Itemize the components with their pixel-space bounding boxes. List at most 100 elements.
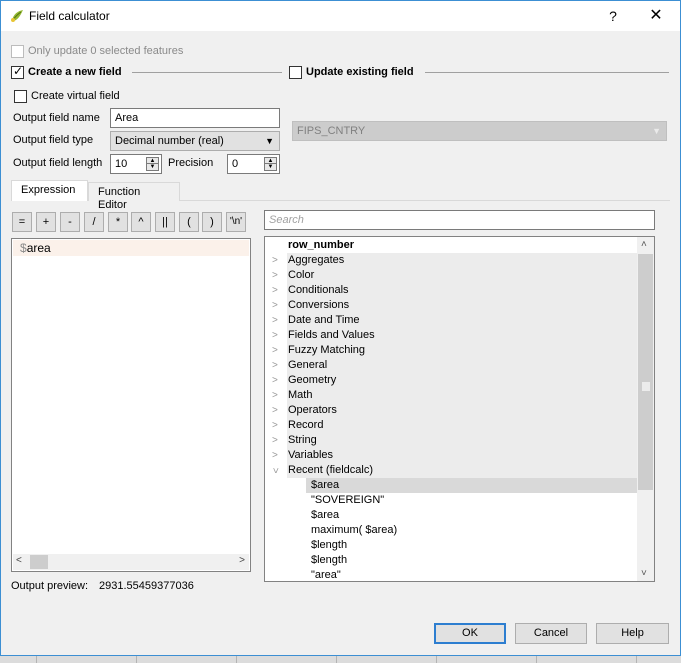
recent-item[interactable]: $length — [265, 538, 637, 553]
function-tree[interactable]: row_number > Aggregates > Color > Condition… — [264, 236, 655, 582]
chevron-right-icon[interactable]: > — [272, 433, 278, 448]
tree-group-record[interactable]: > Record — [265, 418, 637, 433]
qgis-app-icon — [11, 10, 23, 22]
tab-expression[interactable]: Expression — [11, 180, 88, 201]
column-separator — [36, 656, 37, 663]
tree-header-row[interactable]: row_number — [265, 238, 637, 253]
tree-group-fields-and-values[interactable]: > Fields and Values — [265, 328, 637, 343]
chevron-right-icon[interactable]: > — [272, 268, 278, 283]
tree-group-general[interactable]: > General — [265, 358, 637, 373]
recent-item[interactable]: maximum( $area) — [265, 523, 637, 538]
tree-group-conversions[interactable]: > Conversions — [265, 298, 637, 313]
ok-button[interactable]: OK — [434, 623, 506, 644]
recent-item[interactable]: $area — [265, 478, 637, 493]
chevron-right-icon[interactable]: > — [272, 373, 278, 388]
only-update-selected-label: Only update 0 selected features — [28, 45, 184, 57]
length-spin-buttons[interactable]: ▲ ▼ — [146, 157, 159, 171]
scrollbar-thumb[interactable] — [30, 555, 48, 569]
title-bar: Field calculator ? ✕ — [1, 1, 680, 31]
precision-label: Precision — [168, 157, 214, 169]
precision-spin-buttons[interactable]: ▲ ▼ — [264, 157, 277, 171]
output-field-type-value: Decimal number (real) — [115, 135, 224, 147]
chevron-right-icon[interactable]: > — [272, 283, 278, 298]
tree-group-variables[interactable]: > Variables — [265, 448, 637, 463]
operator-close-paren-button[interactable]: ) — [202, 212, 222, 232]
help-button[interactable]: Help — [596, 623, 669, 644]
chevron-down-icon[interactable]: > — [267, 468, 282, 474]
vertical-scrollbar[interactable]: ˄ ˅ — [637, 237, 654, 581]
chevron-right-icon[interactable]: > — [272, 388, 278, 403]
only-update-selected-checkbox[interactable] — [11, 45, 24, 58]
operator-multiply-button[interactable]: * — [108, 212, 128, 232]
tree-group-date-and-time[interactable]: > Date and Time — [265, 313, 637, 328]
output-field-name-label: Output field name — [13, 112, 100, 124]
chevron-right-icon[interactable]: > — [272, 313, 278, 328]
create-new-field-label: Create a new field — [28, 66, 122, 78]
chevron-right-icon[interactable]: > — [272, 328, 278, 343]
chevron-right-icon[interactable]: > — [272, 343, 278, 358]
operator-plus-button[interactable]: + — [36, 212, 56, 232]
tree-group-recent-fieldcalc[interactable]: > Recent (fieldcalc) — [265, 463, 637, 478]
tree-group-conditionals[interactable]: > Conditionals — [265, 283, 637, 298]
tree-group-fuzzy-matching[interactable]: > Fuzzy Matching — [265, 343, 637, 358]
scroll-down-icon[interactable]: ˅ — [641, 568, 647, 579]
output-field-type-select[interactable]: Decimal number (real) ▼ — [110, 131, 280, 151]
spin-down-icon[interactable]: ▼ — [147, 164, 158, 170]
scroll-right-icon[interactable]: > — [239, 555, 245, 566]
operator-power-button[interactable]: ^ — [131, 212, 151, 232]
column-separator — [436, 656, 437, 663]
background-window-strip — [0, 656, 681, 663]
operator-divide-button[interactable]: / — [84, 212, 104, 232]
chevron-right-icon[interactable]: > — [272, 418, 278, 433]
tree-group-aggregates[interactable]: > Aggregates — [265, 253, 637, 268]
recent-item[interactable]: $area — [265, 508, 637, 523]
expression-text[interactable]: $area — [20, 241, 51, 255]
scrollbar-grip — [642, 382, 650, 391]
column-separator — [636, 656, 637, 663]
tree-group-color[interactable]: > Color — [265, 268, 637, 283]
existing-field-select[interactable]: FIPS_CNTRY ▼ — [292, 121, 667, 141]
chevron-right-icon[interactable]: > — [272, 448, 278, 463]
chevron-right-icon[interactable]: > — [272, 358, 278, 373]
horizontal-scrollbar[interactable]: < > — [13, 554, 249, 570]
update-existing-field-checkbox[interactable] — [289, 66, 302, 79]
output-field-length-spinbox[interactable]: 10 ▲ ▼ — [110, 154, 162, 174]
chevron-right-icon[interactable]: > — [272, 403, 278, 418]
tree-group-operators[interactable]: > Operators — [265, 403, 637, 418]
precision-spinbox[interactable]: 0 ▲ ▼ — [227, 154, 280, 174]
cancel-button[interactable]: Cancel — [515, 623, 587, 644]
output-field-length-value: 10 — [115, 158, 128, 170]
recent-item[interactable]: "SOVEREIGN" — [265, 493, 637, 508]
checkmark-icon: ✓ — [13, 64, 24, 78]
scroll-left-icon[interactable]: < — [16, 555, 22, 566]
operator-equals-button[interactable]: = — [12, 212, 32, 232]
operator-newline-button[interactable]: '\n' — [226, 212, 246, 232]
tree-group-string[interactable]: > String — [265, 433, 637, 448]
recent-item[interactable]: $length — [265, 553, 637, 568]
create-virtual-field-checkbox[interactable] — [14, 90, 27, 103]
operator-concat-button[interactable]: || — [155, 212, 175, 232]
tree-group-math[interactable]: > Math — [265, 388, 637, 403]
create-new-field-checkbox[interactable]: ✓ — [11, 64, 24, 79]
scroll-up-icon[interactable]: ˄ — [641, 239, 647, 250]
column-separator — [536, 656, 537, 663]
chevron-right-icon[interactable]: > — [272, 253, 278, 268]
expression-editor[interactable]: $area < > — [11, 238, 251, 572]
tab-function-editor[interactable]: Function Editor — [88, 182, 180, 211]
scrollbar-thumb[interactable] — [638, 254, 653, 490]
help-icon[interactable]: ? — [601, 6, 625, 26]
update-existing-field-label: Update existing field — [306, 66, 414, 78]
group-divider — [132, 72, 282, 73]
recent-item[interactable]: "area" — [265, 568, 637, 581]
operator-open-paren-button[interactable]: ( — [179, 212, 199, 232]
output-field-name-input[interactable]: Area — [110, 108, 280, 128]
spin-down-icon[interactable]: ▼ — [265, 164, 276, 170]
tab-bar-divider — [180, 200, 670, 201]
chevron-right-icon[interactable]: > — [272, 298, 278, 313]
function-search-input[interactable]: Search — [264, 210, 655, 230]
close-icon[interactable]: ✕ — [641, 5, 671, 27]
chevron-down-icon: ▼ — [652, 126, 661, 136]
operator-minus-button[interactable]: - — [60, 212, 80, 232]
chevron-down-icon: ▼ — [265, 136, 274, 146]
tree-group-geometry[interactable]: > Geometry — [265, 373, 637, 388]
